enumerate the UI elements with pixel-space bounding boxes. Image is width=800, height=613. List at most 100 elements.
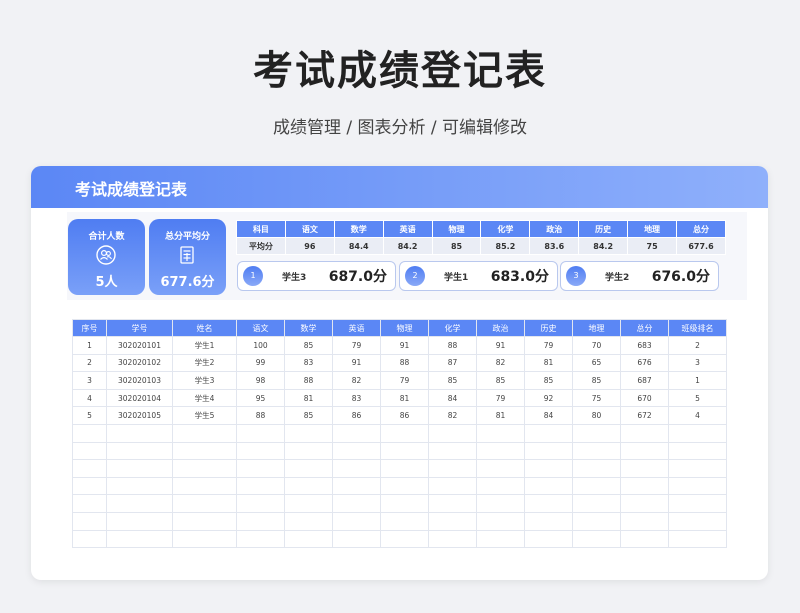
top-student-1: 1 学生3 687.0分 xyxy=(237,261,396,291)
avg-header-cell: 历史 xyxy=(578,220,629,238)
table-cell: 75 xyxy=(572,388,621,408)
empty-row xyxy=(72,441,727,461)
top-student-2: 2 学生1 683.0分 xyxy=(399,261,558,291)
table-cell: 95 xyxy=(236,388,285,408)
table-cell: 82 xyxy=(332,371,381,390)
empty-row xyxy=(72,494,727,513)
table-cell xyxy=(332,511,381,531)
table-cell xyxy=(284,511,333,531)
table-cell xyxy=(332,529,381,549)
table-cell: 683 xyxy=(620,336,669,355)
users-icon xyxy=(96,245,116,265)
stat-total-students: 合计人数 5人 xyxy=(68,219,145,295)
table-cell xyxy=(428,441,477,461)
table-cell xyxy=(284,529,333,549)
table-cell: 83 xyxy=(284,353,333,373)
table-cell: 98 xyxy=(236,371,285,390)
table-row: 4 302020104 学生4 95 81 83 81 84 79 92 75 670 5 xyxy=(72,388,727,408)
avg-header-cell: 地理 xyxy=(627,220,678,238)
card-header-title: 考试成绩登记表 xyxy=(75,180,188,199)
table-cell xyxy=(428,459,477,478)
top-student-name: 学生1 xyxy=(444,273,469,283)
table-cell: 81 xyxy=(380,388,429,408)
table-cell: 85 xyxy=(572,371,621,390)
avg-cell: 96 xyxy=(284,237,335,255)
table-cell xyxy=(428,494,477,513)
table-cell: 88 xyxy=(284,371,333,390)
table-cell: 3 xyxy=(668,353,727,373)
table-cell: 84 xyxy=(428,388,477,408)
table-cell: 91 xyxy=(332,353,381,373)
table-cell xyxy=(380,423,429,443)
avg-cell: 75 xyxy=(627,237,678,255)
table-cell xyxy=(524,459,573,478)
table-cell: 5 xyxy=(72,406,107,425)
rank-badge: 2 xyxy=(405,266,425,286)
table-cell xyxy=(668,529,727,549)
table-cell xyxy=(524,441,573,461)
table-cell xyxy=(668,511,727,531)
average-table: 科目 语文 数学 英语 物理 化学 政治 历史 地理 总分 平均分 96 84.… xyxy=(236,220,726,255)
stat-value: 677.6分 xyxy=(160,275,215,290)
empty-row xyxy=(72,511,727,531)
table-cell xyxy=(72,476,107,496)
calculator-icon xyxy=(180,246,194,264)
table-cell: 79 xyxy=(380,371,429,390)
table-cell: 81 xyxy=(284,388,333,408)
table-cell: 85 xyxy=(428,371,477,390)
avg-cell: 84.4 xyxy=(333,237,384,255)
avg-header-cell: 总分 xyxy=(676,220,726,238)
table-cell: 4 xyxy=(72,388,107,408)
avg-cell: 85.2 xyxy=(480,237,531,255)
table-cell xyxy=(620,441,669,461)
table-cell xyxy=(72,423,107,443)
table-cell xyxy=(172,423,237,443)
table-cell xyxy=(236,441,285,461)
rank-badge: 1 xyxy=(243,266,263,286)
stat-average-total: 总分平均分 677.6分 xyxy=(149,219,226,295)
table-cell xyxy=(572,441,621,461)
column-header: 英语 xyxy=(332,319,381,337)
stat-label: 总分平均分 xyxy=(164,232,210,242)
table-cell xyxy=(332,441,381,461)
table-cell: 85 xyxy=(524,371,573,390)
table-cell: 81 xyxy=(524,353,573,373)
table-cell xyxy=(428,529,477,549)
table-cell: 100 xyxy=(236,336,285,355)
table-cell: 302020102 xyxy=(106,353,173,373)
table-cell: 670 xyxy=(620,388,669,408)
table-cell: 79 xyxy=(524,336,573,355)
table-cell xyxy=(620,494,669,513)
table-cell: 学生1 xyxy=(172,336,237,355)
table-row: 3 302020103 学生3 98 88 82 79 85 85 85 85 687 1 xyxy=(72,371,727,390)
table-cell xyxy=(476,511,525,531)
table-cell: 91 xyxy=(380,336,429,355)
table-cell xyxy=(668,476,727,496)
table-cell xyxy=(332,423,381,443)
table-cell xyxy=(668,441,727,461)
table-cell xyxy=(72,459,107,478)
table-cell xyxy=(620,423,669,443)
table-cell xyxy=(476,441,525,461)
table-cell: 学生5 xyxy=(172,406,237,425)
table-row: 1 302020101 学生1 100 85 79 91 88 91 79 70 683 2 xyxy=(72,336,727,355)
stat-label: 合计人数 xyxy=(88,232,125,242)
column-header: 政治 xyxy=(476,319,525,337)
table-cell: 88 xyxy=(236,406,285,425)
table-cell xyxy=(572,494,621,513)
table-cell xyxy=(172,476,237,496)
table-cell xyxy=(236,511,285,531)
table-cell xyxy=(332,494,381,513)
table-row: 2 302020102 学生2 99 83 91 88 87 82 81 65 676 3 xyxy=(72,353,727,373)
page-subtitle: 成绩管理 / 图表分析 / 可编辑修改 xyxy=(272,118,528,138)
table-cell xyxy=(106,529,173,549)
empty-row xyxy=(72,476,727,496)
table-cell: 99 xyxy=(236,353,285,373)
avg-cell: 平均分 xyxy=(236,237,286,255)
table-cell xyxy=(236,459,285,478)
top-student-score: 676.0分 xyxy=(651,269,710,285)
average-header-row: 科目 语文 数学 英语 物理 化学 政治 历史 地理 总分 xyxy=(236,220,726,238)
table-cell xyxy=(106,494,173,513)
table-cell: 88 xyxy=(428,336,477,355)
table-cell xyxy=(106,441,173,461)
